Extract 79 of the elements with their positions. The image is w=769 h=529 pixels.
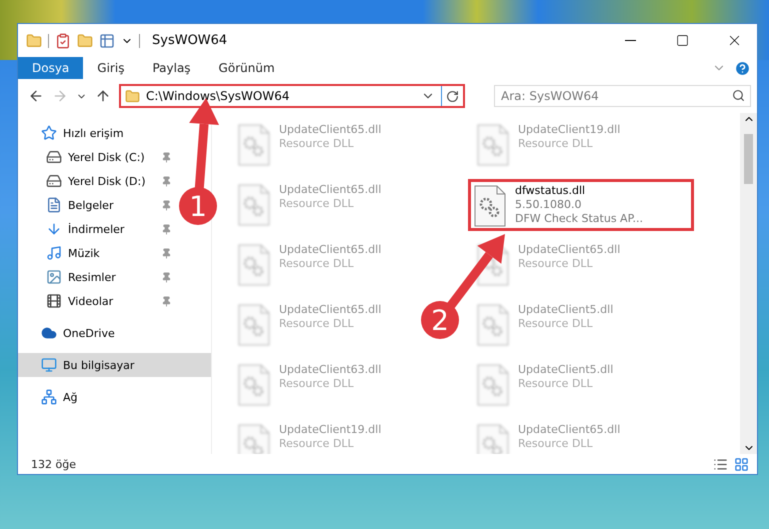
file-name: UpdateClient65.dll [518,423,620,437]
drive-icon [46,149,62,165]
file-detail: Resource DLL [518,137,594,151]
gear-file-icon [237,183,271,227]
file-detail: Resource DLL [279,437,355,451]
folder-icon [125,88,140,104]
sidebar-item[interactable]: Yerel Disk (D:) [18,169,176,193]
file-name: UpdateClient63.dll [279,363,382,377]
sidebar-item[interactable]: Bu bilgisayar [18,353,211,377]
file-name: UpdateClient65.dll [279,243,382,257]
file-detail: Resource DLL [518,377,594,391]
properties-icon[interactable] [55,32,71,48]
sidebar-item[interactable]: Videolar [18,289,176,313]
file-detail: Resource DLL [518,437,594,451]
sidebar-item[interactable]: Yerel Disk (C:) [18,145,176,169]
file-name: UpdateClient65.dll [279,183,382,197]
file-detail: Resource DLL [279,377,355,391]
drive-icon [46,173,62,189]
ribbon-tab[interactable]: Paylaş [138,57,205,79]
scroll-thumb[interactable] [744,134,753,184]
item-count: 132 öğe [31,458,77,470]
monitor-icon [41,357,57,373]
file-detail: Resource DLL [518,257,594,271]
sidebar-item[interactable]: İndirmeler [18,217,176,241]
window-title: SysWOW64 [152,33,228,48]
file-name: UpdateClient5.dll [518,363,614,377]
cloud-icon [41,325,57,341]
refresh-icon [446,90,459,102]
scrollbar[interactable] [740,113,757,454]
gear-file-icon [237,303,271,347]
file-name: dfwstatus.dll [515,184,586,198]
document-icon [46,197,62,213]
gear-file-icon [237,243,271,287]
sidebar-item[interactable]: Hızlı erişim [18,121,176,145]
gear-file-icon [476,423,510,454]
search-icon [732,89,745,102]
file-item[interactable]: dfwstatus.dll 5.50.1080.0 DFW Check Status AP... [468,179,694,231]
sidebar-item[interactable]: Müzik [18,241,176,265]
gear-file-icon [473,184,507,228]
details-view-icon[interactable] [713,456,728,472]
maximize-icon [676,34,688,47]
file-name: UpdateClient65.dll [279,303,382,317]
minimize-icon [624,40,636,41]
star-icon [41,125,57,141]
file-name: UpdateClient5.dll [518,303,614,317]
file-name: UpdateClient19.dll [279,423,382,437]
gear-file-icon [237,123,271,167]
ribbon-tab[interactable]: Dosya [18,57,84,79]
ribbon-tab[interactable]: Giriş [83,57,138,79]
sidebar-item[interactable]: OneDrive [18,321,176,345]
network-icon [41,389,57,405]
search-field[interactable]: Ara: SysWOW64 [494,85,751,107]
sidebar-item[interactable]: Ağ [18,385,176,409]
up-button[interactable] [95,88,111,104]
large-icons-view-icon[interactable] [734,456,749,472]
view-icon[interactable] [99,32,115,48]
music-note-icon [46,245,62,261]
gear-file-icon [237,423,271,454]
file-detail: Resource DLL [279,317,355,331]
picture-icon [46,269,62,285]
file-detail: 5.50.1080.0 [515,198,582,212]
file-name: UpdateClient19.dll [518,123,620,137]
back-button[interactable] [28,88,44,104]
gear-file-icon [476,363,510,407]
ribbon-tab[interactable]: Görünüm [204,57,289,79]
file-detail: Resource DLL [279,257,355,271]
file-detail: Resource DLL [279,137,355,151]
film-icon [46,293,62,309]
sidebar-item[interactable]: Resimler [18,265,176,289]
gear-file-icon [237,363,271,407]
file-detail: DFW Check Status AP... [515,212,643,226]
file-detail: Resource DLL [279,197,355,211]
file-name: UpdateClient65.dll [279,123,382,137]
file-detail: Resource DLL [518,317,594,331]
sidebar-item[interactable]: Belgeler [18,193,176,217]
gear-file-icon [476,123,510,167]
help-icon[interactable] [734,60,751,76]
file-name: UpdateClient65.dll [518,243,620,257]
gear-file-icon [476,303,510,347]
